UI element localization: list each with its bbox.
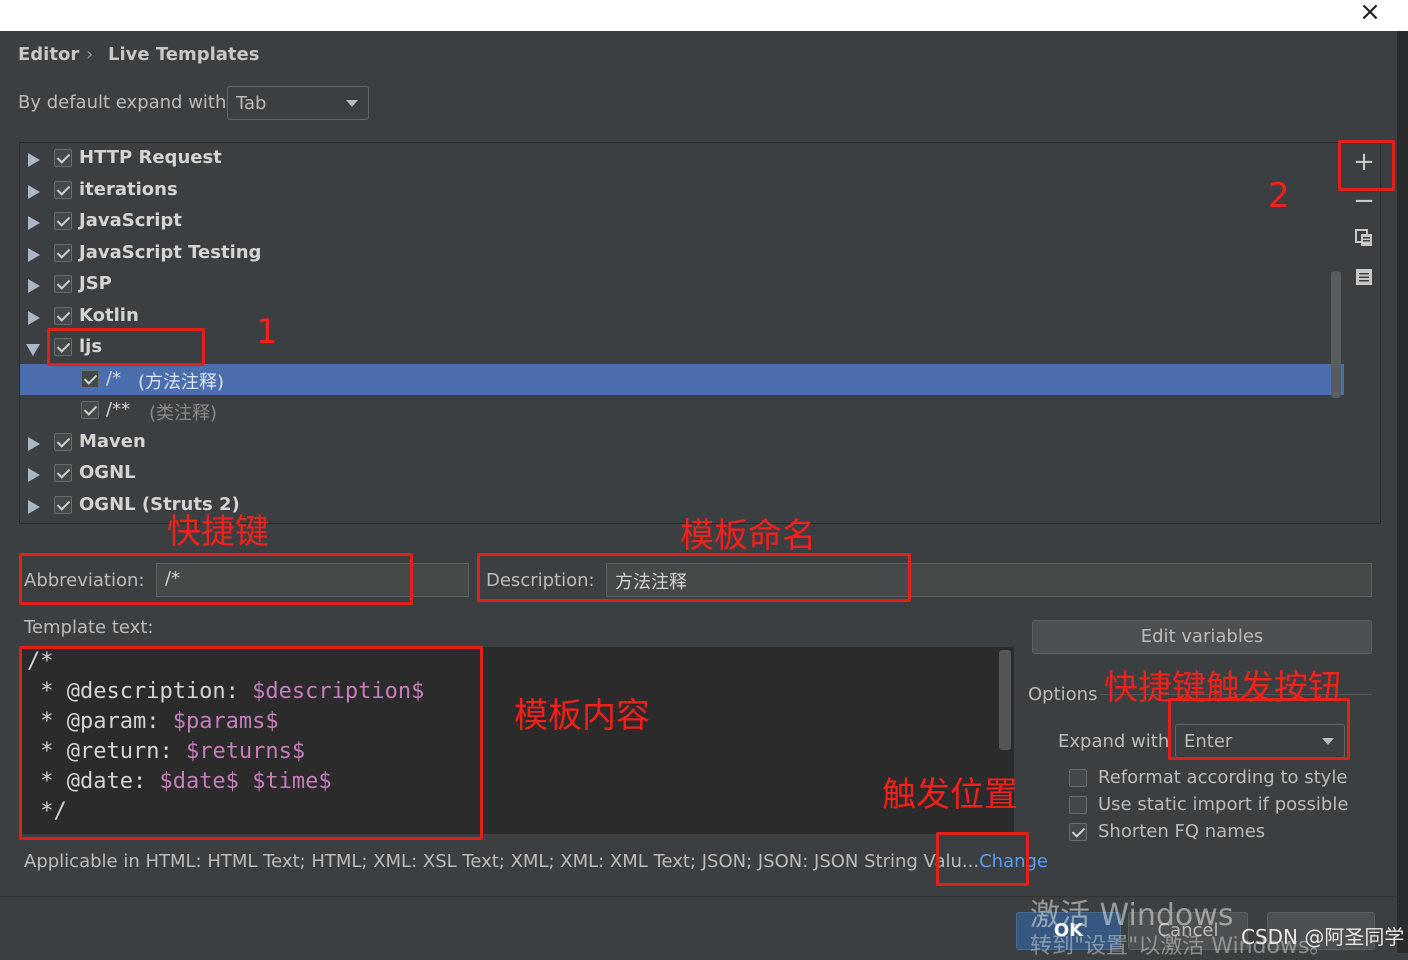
copy-icon[interactable]	[1352, 228, 1376, 252]
tree-group-item[interactable]: JavaScript Testing	[20, 238, 1344, 269]
chevron-right-icon[interactable]	[28, 436, 40, 451]
annotation-step-2: 2	[1268, 176, 1290, 216]
annotation-trigger-key: 快捷键触发按钮	[1104, 668, 1342, 708]
restore-icon[interactable]	[1352, 267, 1376, 291]
tree-item-description-wrap: (类注释)	[149, 399, 217, 425]
tree-group-item[interactable]: HTTP Request	[20, 143, 1344, 174]
option-label: Use static import if possible	[1098, 794, 1349, 815]
tree-group-item[interactable]: JSP	[20, 269, 1344, 300]
tree-item-label: JSP	[79, 273, 112, 294]
chevron-right-icon[interactable]	[28, 184, 40, 199]
editor-scrollbar[interactable]	[999, 650, 1011, 750]
tree-item-label: HTTP Request	[79, 147, 222, 168]
template-tree[interactable]: HTTP Request iterations JavaScript JavaScri…	[19, 142, 1381, 524]
remove-icon[interactable]: −	[1352, 188, 1376, 214]
close-icon[interactable]: ×	[1358, 0, 1382, 26]
tree-group-item[interactable]: Kotlin	[20, 301, 1344, 332]
tree-item-label: Kotlin	[79, 304, 139, 326]
tree-group-item[interactable]: ljs	[20, 332, 1344, 363]
tree-item-description-wrap: (方法注释)	[138, 368, 224, 394]
option-checkbox[interactable]	[1069, 769, 1087, 787]
tree-item-label: iterations	[79, 178, 178, 200]
chevron-right-icon[interactable]	[28, 279, 40, 293]
checkbox[interactable]	[54, 275, 72, 293]
option-label: Shorten FQ names	[1098, 821, 1266, 842]
annotation-template-content: 模板内容	[514, 696, 650, 736]
chevron-right-icon[interactable]	[28, 153, 40, 167]
checkbox[interactable]	[54, 149, 72, 167]
checkbox[interactable]	[81, 369, 99, 388]
chevron-right-icon[interactable]	[28, 247, 40, 262]
applicable-contexts: Applicable in HTML: HTML Text; HTML; XML…	[24, 851, 1048, 872]
highlight-change-box	[936, 832, 1029, 886]
template-text-label: Template text:	[24, 617, 154, 638]
tree-item-label: Maven	[79, 430, 146, 452]
edit-variables-button[interactable]: Edit variables	[1032, 620, 1372, 654]
background-window-strip	[1397, 31, 1408, 953]
default-expand-label: By default expand with	[18, 92, 227, 113]
tree-template-item[interactable]: /* (方法注释)	[20, 363, 1344, 395]
breadcrumb-live-templates: Live Templates	[108, 44, 260, 65]
csdn-credit: CSDN @阿圣同学	[1241, 925, 1405, 949]
annotation-trigger-location: 触发位置	[882, 775, 1018, 815]
highlight-add-box	[1338, 140, 1395, 191]
option-checkbox[interactable]	[1069, 823, 1087, 841]
checkbox[interactable]	[54, 180, 72, 199]
chevron-right-icon[interactable]	[28, 310, 40, 325]
chevron-down-icon[interactable]	[26, 344, 40, 356]
annotation-template-name: 模板命名	[680, 516, 816, 556]
chevron-right-icon[interactable]	[28, 216, 40, 230]
option-label: Reformat according to style	[1098, 767, 1348, 788]
tree-template-item[interactable]: /** (类注释)	[20, 395, 1344, 426]
tree-item-label: JavaScript	[79, 210, 182, 231]
highlight-template-box	[19, 646, 483, 840]
expand-with-label: Expand with	[1058, 731, 1170, 752]
annotation-shortcut: 快捷键	[167, 512, 269, 552]
option-checkbox[interactable]	[1069, 796, 1087, 814]
tree-item-label: JavaScript Testing	[79, 241, 262, 263]
tree-group-item[interactable]: Maven	[20, 427, 1344, 458]
checkbox[interactable]	[54, 243, 72, 262]
checkbox[interactable]	[81, 401, 99, 419]
chevron-right-icon[interactable]	[28, 499, 40, 514]
tree-item-label: /**	[106, 399, 131, 420]
checkbox[interactable]	[54, 432, 72, 451]
chevron-down-icon	[346, 100, 358, 107]
highlight-group-box	[47, 328, 205, 366]
default-expand-select[interactable]: Tab	[227, 86, 369, 120]
breadcrumb-separator: ›	[86, 44, 94, 65]
tree-item-label: OGNL	[79, 462, 136, 483]
tree-group-item[interactable]: OGNL	[20, 458, 1344, 489]
checkbox[interactable]	[54, 306, 72, 325]
default-expand-value: Tab	[236, 93, 267, 114]
tree-scrollbar[interactable]	[1331, 271, 1341, 398]
options-title: Options	[1028, 684, 1098, 705]
annotation-step-1: 1	[256, 312, 278, 352]
title-bar	[0, 0, 1408, 31]
checkbox[interactable]	[54, 464, 72, 482]
breadcrumb-editor[interactable]: Editor	[18, 44, 79, 65]
applicable-text: Applicable in HTML: HTML Text; HTML; XML…	[24, 851, 980, 872]
tree-group-item[interactable]: iterations	[20, 175, 1344, 206]
tree-item-label: /*	[106, 367, 122, 389]
tree-group-item[interactable]: JavaScript	[20, 206, 1344, 237]
chevron-right-icon[interactable]	[28, 468, 40, 482]
highlight-abbreviation-box	[19, 553, 413, 605]
tree-item-description: (类注释)	[149, 403, 218, 424]
highlight-description-box	[477, 553, 911, 602]
tree-item-description: (方法注释)	[138, 371, 225, 393]
checkbox[interactable]	[54, 495, 72, 514]
checkbox[interactable]	[54, 212, 72, 230]
